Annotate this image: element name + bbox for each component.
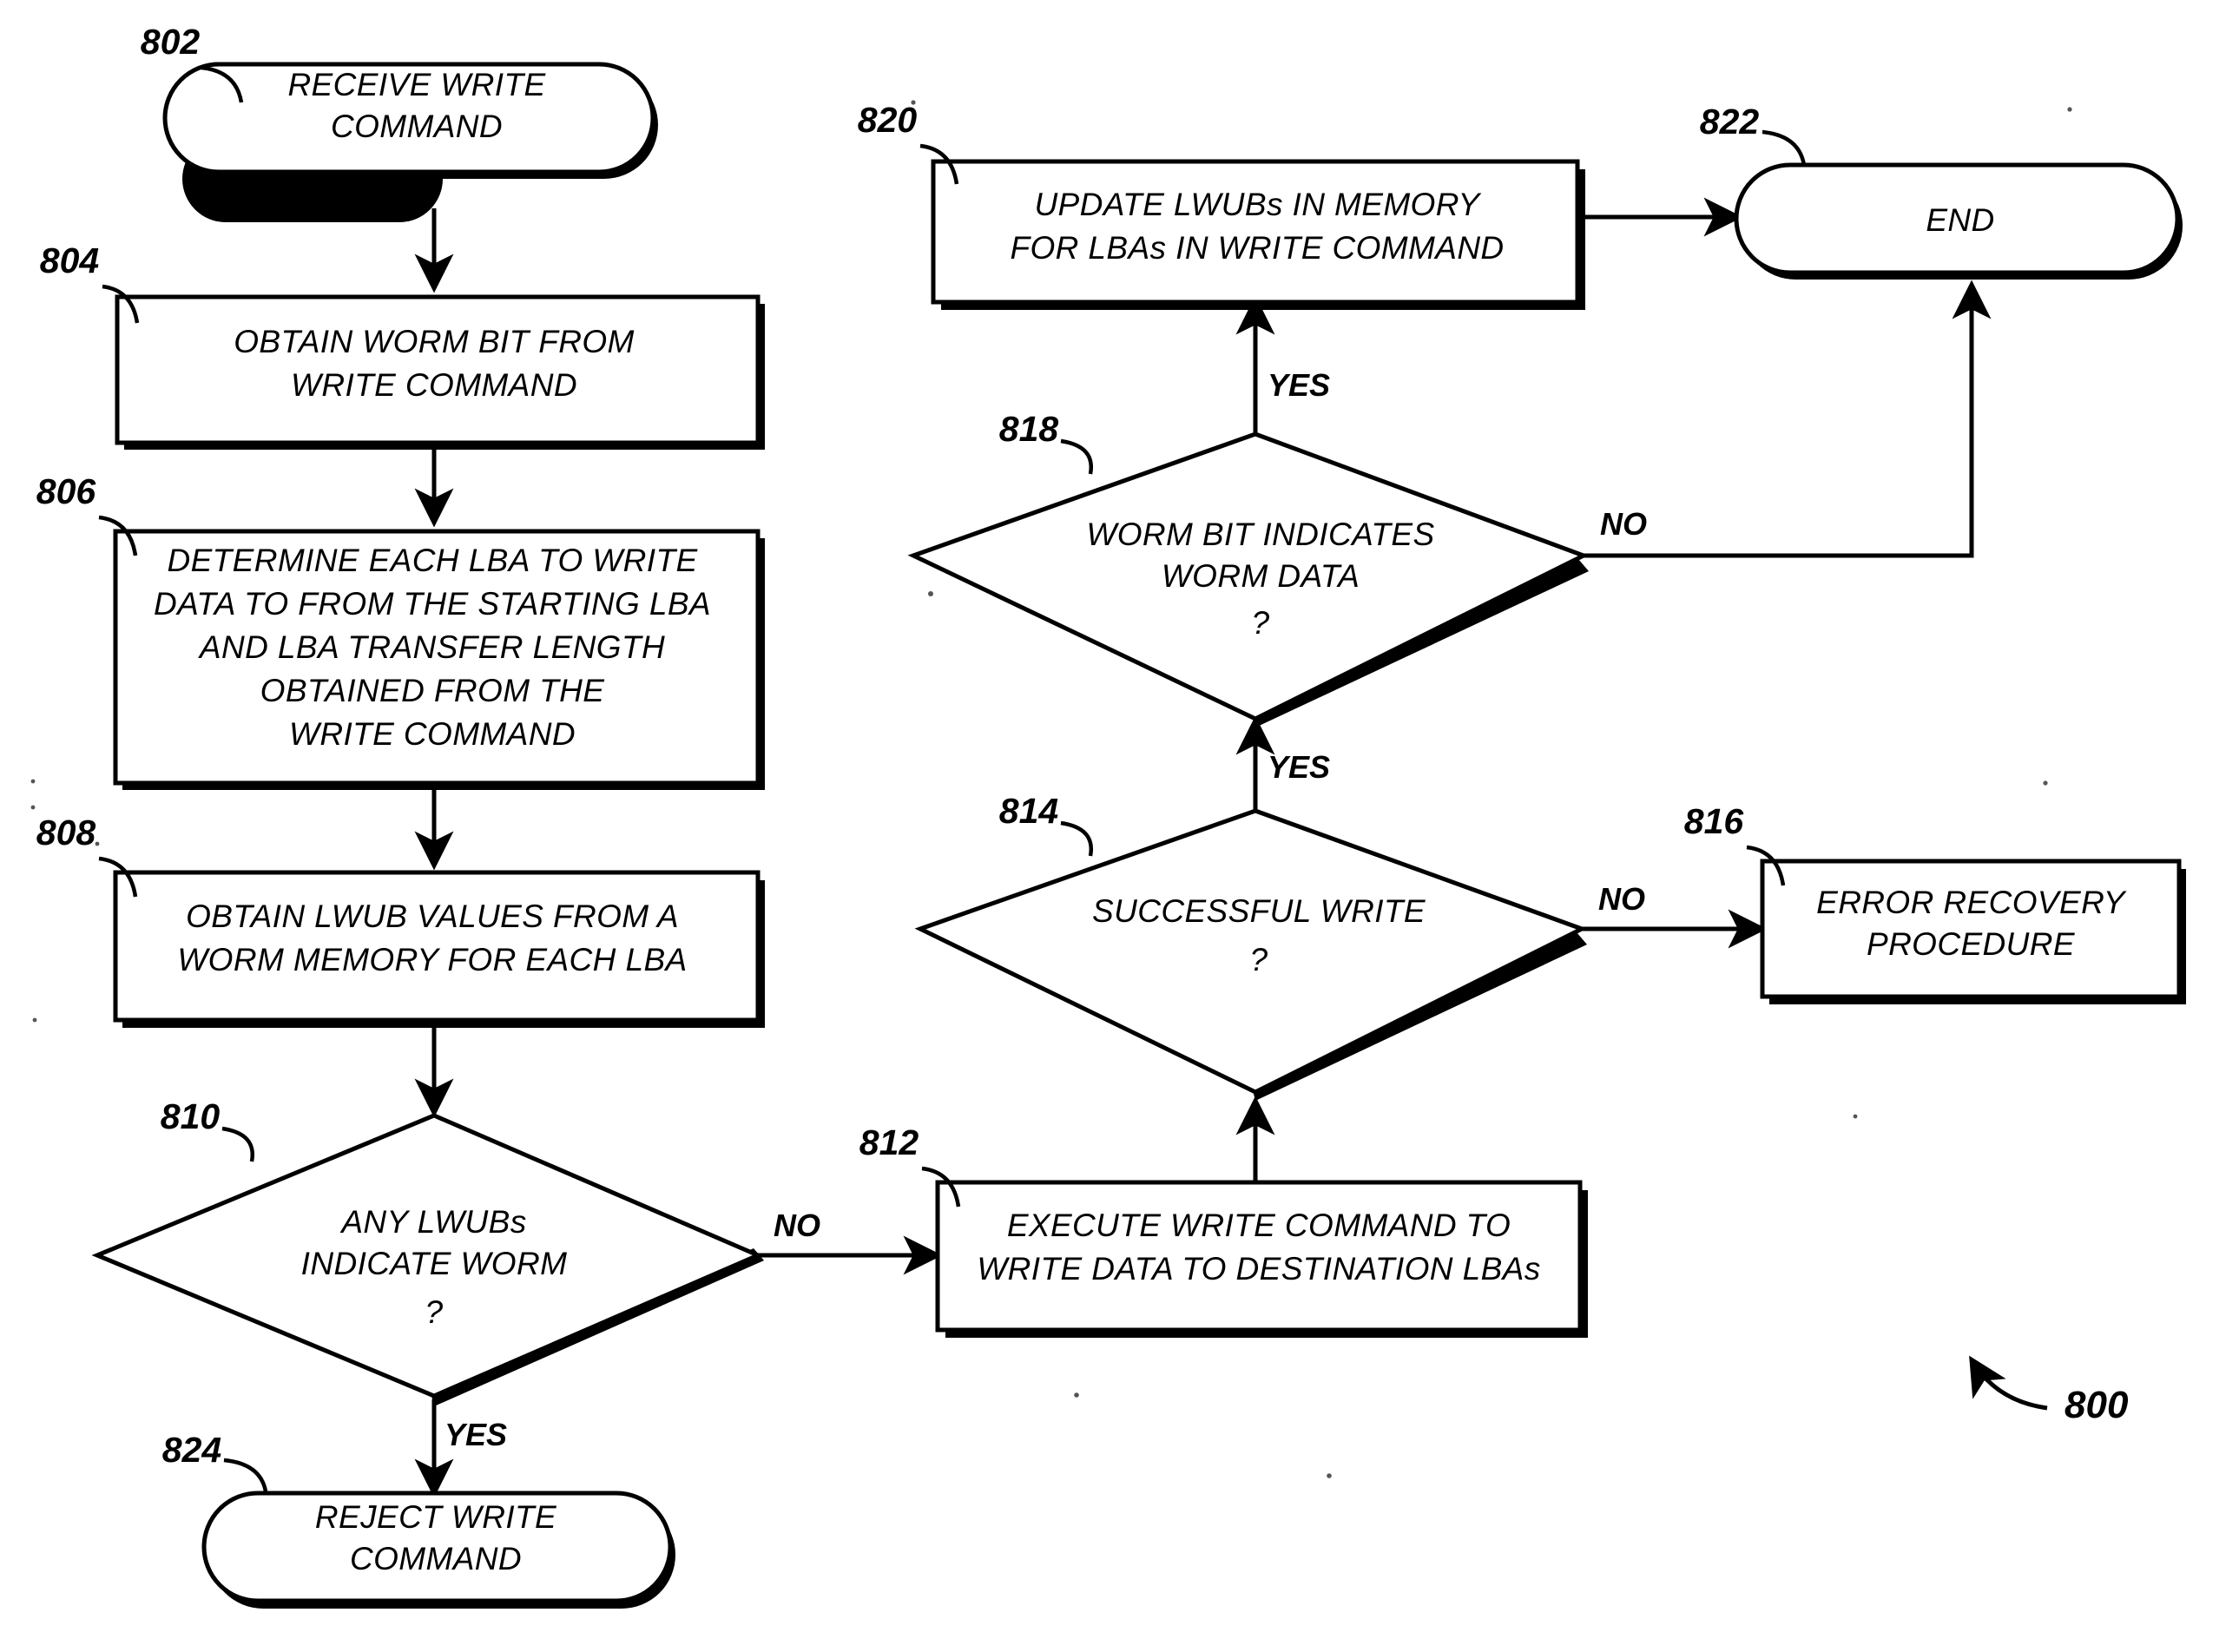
- node-806-determine-each-lba[interactable]: DETERMINE EACH LBA TO WRITE DATA TO FROM…: [113, 529, 765, 790]
- ref-label-810: 810: [161, 1096, 221, 1136]
- ref-label-802: 802: [141, 22, 201, 62]
- node-804-obtain-worm-bit[interactable]: OBTAIN WORM BIT FROM WRITE COMMAND: [115, 294, 765, 450]
- ref-leader-818: 818: [999, 409, 1094, 475]
- node-814-line-0: SUCCESSFUL WRITE: [1092, 893, 1426, 929]
- ref-label-820: 820: [858, 100, 918, 140]
- node-808-line-0: OBTAIN LWUB VALUES FROM A: [186, 898, 679, 934]
- node-824-reject-write-command[interactable]: REJECT WRITE COMMAND: [201, 1491, 675, 1609]
- node-802-text-line-1: COMMAND: [331, 109, 503, 144]
- node-806-line-0: DETERMINE EACH LBA TO WRITE: [167, 543, 698, 578]
- ref-label-804: 804: [40, 240, 100, 280]
- ref-leader-814: 814: [999, 791, 1094, 857]
- ref-label-808: 808: [36, 813, 96, 852]
- node-820-line-0: UPDATE LWUBs IN MEMORY: [1034, 187, 1481, 222]
- node-806-line-4: WRITE COMMAND: [289, 716, 576, 752]
- node-808-obtain-lwub-values[interactable]: OBTAIN LWUB VALUES FROM A WORM MEMORY FO…: [113, 870, 765, 1028]
- ref-label-812: 812: [859, 1122, 919, 1162]
- node-816-line-1: PROCEDURE: [1867, 926, 2076, 962]
- node-804-line-0: OBTAIN WORM BIT FROM: [234, 324, 635, 359]
- node-810-line-1: INDICATE WORM: [301, 1246, 568, 1281]
- node-802-body[interactable]: RECEIVE WRITE COMMAND: [162, 62, 658, 179]
- node-822-end[interactable]: END: [1734, 162, 2183, 280]
- node-802-text-line-0: RECEIVE WRITE: [287, 67, 546, 102]
- node-810-any-lwubs-indicate-worm[interactable]: ANY LWUBs INDICATE WORM ?: [91, 1113, 764, 1406]
- branch-label-818-no: NO: [1600, 506, 1647, 542]
- figure-reference-800: 800: [1969, 1355, 2129, 1426]
- ref-leader-822: 822: [1700, 102, 1807, 166]
- ref-label-814: 814: [999, 791, 1059, 831]
- node-818-line-2: ?: [1252, 605, 1270, 641]
- node-818-line-0: WORM BIT INDICATES: [1086, 517, 1434, 552]
- branch-label-810-yes: YES: [445, 1417, 507, 1452]
- node-816-error-recovery-procedure[interactable]: ERROR RECOVERY PROCEDURE: [1760, 859, 2186, 1004]
- branch-label-818-yes: YES: [1268, 367, 1330, 403]
- ref-leader-824: 824: [162, 1430, 268, 1492]
- node-806-line-1: DATA TO FROM THE STARTING LBA: [154, 586, 711, 622]
- figure-number-label: 800: [2064, 1384, 2129, 1426]
- node-820-line-1: FOR LBAs IN WRITE COMMAND: [1010, 230, 1504, 266]
- node-810-line-2: ?: [425, 1294, 444, 1330]
- node-804-line-1: WRITE COMMAND: [291, 367, 577, 403]
- node-812-execute-write-command[interactable]: EXECUTE WRITE COMMAND TO WRITE DATA TO D…: [935, 1180, 1588, 1338]
- branch-label-814-yes: YES: [1268, 749, 1330, 785]
- ref-label-822: 822: [1700, 102, 1760, 142]
- node-824-line-1: COMMAND: [350, 1541, 522, 1576]
- node-818-worm-bit-indicates-worm-data[interactable]: WORM BIT INDICATES WORM DATA ?: [907, 431, 1590, 727]
- branch-label-814-no: NO: [1598, 881, 1645, 917]
- node-814-successful-write[interactable]: SUCCESSFUL WRITE ?: [914, 808, 1588, 1101]
- branch-label-810-no: NO: [774, 1208, 820, 1243]
- node-824-line-0: REJECT WRITE: [315, 1499, 557, 1535]
- patent-figure-page: RECEIVE WRITE COMMAND RECEIVE WRITE COMM…: [0, 0, 2239, 1652]
- ref-label-824: 824: [162, 1430, 222, 1470]
- node-808-line-1: WORM MEMORY FOR EACH LBA: [177, 942, 687, 977]
- node-812-line-0: EXECUTE WRITE COMMAND TO: [1007, 1208, 1511, 1243]
- node-806-line-3: OBTAINED FROM THE: [260, 673, 606, 708]
- ref-label-818: 818: [999, 409, 1059, 449]
- node-812-line-1: WRITE DATA TO DESTINATION LBAs: [977, 1251, 1540, 1287]
- node-806-line-2: AND LBA TRANSFER LENGTH: [198, 629, 665, 665]
- node-822-line-0: END: [1926, 202, 1994, 238]
- ref-label-806: 806: [36, 471, 97, 511]
- node-820-update-lwubs-in-memory[interactable]: UPDATE LWUBs IN MEMORY FOR LBAs IN WRITE…: [931, 159, 1585, 310]
- node-814-line-1: ?: [1250, 942, 1268, 977]
- node-810-line-0: ANY LWUBs: [339, 1204, 526, 1240]
- ref-label-816: 816: [1684, 801, 1745, 841]
- node-818-line-1: WORM DATA: [1162, 558, 1360, 594]
- node-816-line-0: ERROR RECOVERY: [1816, 885, 2127, 920]
- flowchart-canvas: RECEIVE WRITE COMMAND RECEIVE WRITE COMM…: [30, 22, 2186, 1609]
- ref-leader-810: 810: [161, 1096, 255, 1162]
